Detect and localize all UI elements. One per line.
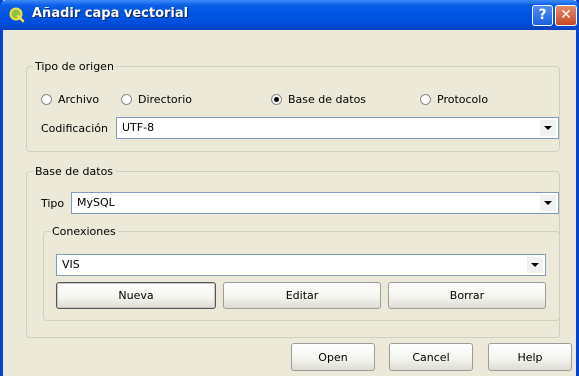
connections-legend: Conexiones xyxy=(52,225,116,238)
chevron-down-icon[interactable] xyxy=(527,257,543,273)
radio-directorio[interactable]: Directorio xyxy=(121,93,192,106)
connection-select[interactable]: VIS xyxy=(56,254,546,276)
radio-base-de-datos-indicator xyxy=(271,94,282,105)
chevron-down-icon[interactable] xyxy=(540,120,556,136)
new-connection-button[interactable]: Nueva xyxy=(56,282,216,309)
radio-base-de-datos-label: Base de datos xyxy=(288,93,367,106)
cancel-button[interactable]: Cancel xyxy=(389,343,473,371)
dialog-window: Añadir capa vectorial ? ✕ Tipo de origen… xyxy=(0,0,579,376)
title-bar[interactable]: Añadir capa vectorial ? ✕ xyxy=(0,0,579,30)
source-type-legend: Tipo de origen xyxy=(35,60,114,73)
radio-archivo-indicator xyxy=(41,94,52,105)
db-type-select[interactable]: MySQL xyxy=(71,192,559,214)
db-type-label: Tipo xyxy=(41,197,65,210)
radio-directorio-indicator xyxy=(121,94,132,105)
edit-connection-button[interactable]: Editar xyxy=(223,282,381,309)
encoding-label: Codificación xyxy=(41,122,108,135)
radio-protocolo-label: Protocolo xyxy=(437,93,489,106)
qgis-icon xyxy=(9,7,25,23)
database-legend: Base de datos xyxy=(35,165,114,178)
chevron-down-icon[interactable] xyxy=(540,195,556,211)
encoding-select[interactable]: UTF-8 xyxy=(116,117,559,139)
close-icon[interactable]: ✕ xyxy=(555,5,577,26)
db-type-value: MySQL xyxy=(77,196,115,209)
encoding-value: UTF-8 xyxy=(122,121,155,134)
connection-value: VIS xyxy=(62,258,80,271)
window-title: Añadir capa vectorial xyxy=(32,6,189,21)
radio-archivo-label: Archivo xyxy=(58,93,100,106)
help-button[interactable]: Help xyxy=(488,343,572,371)
radio-protocolo-indicator xyxy=(420,94,431,105)
radio-directorio-label: Directorio xyxy=(138,93,192,106)
help-icon[interactable]: ? xyxy=(532,5,553,26)
radio-protocolo[interactable]: Protocolo xyxy=(420,93,488,106)
delete-connection-button[interactable]: Borrar xyxy=(388,282,546,309)
radio-base-de-datos[interactable]: Base de datos xyxy=(271,93,366,106)
open-button[interactable]: Open xyxy=(291,343,375,371)
radio-archivo[interactable]: Archivo xyxy=(41,93,99,106)
